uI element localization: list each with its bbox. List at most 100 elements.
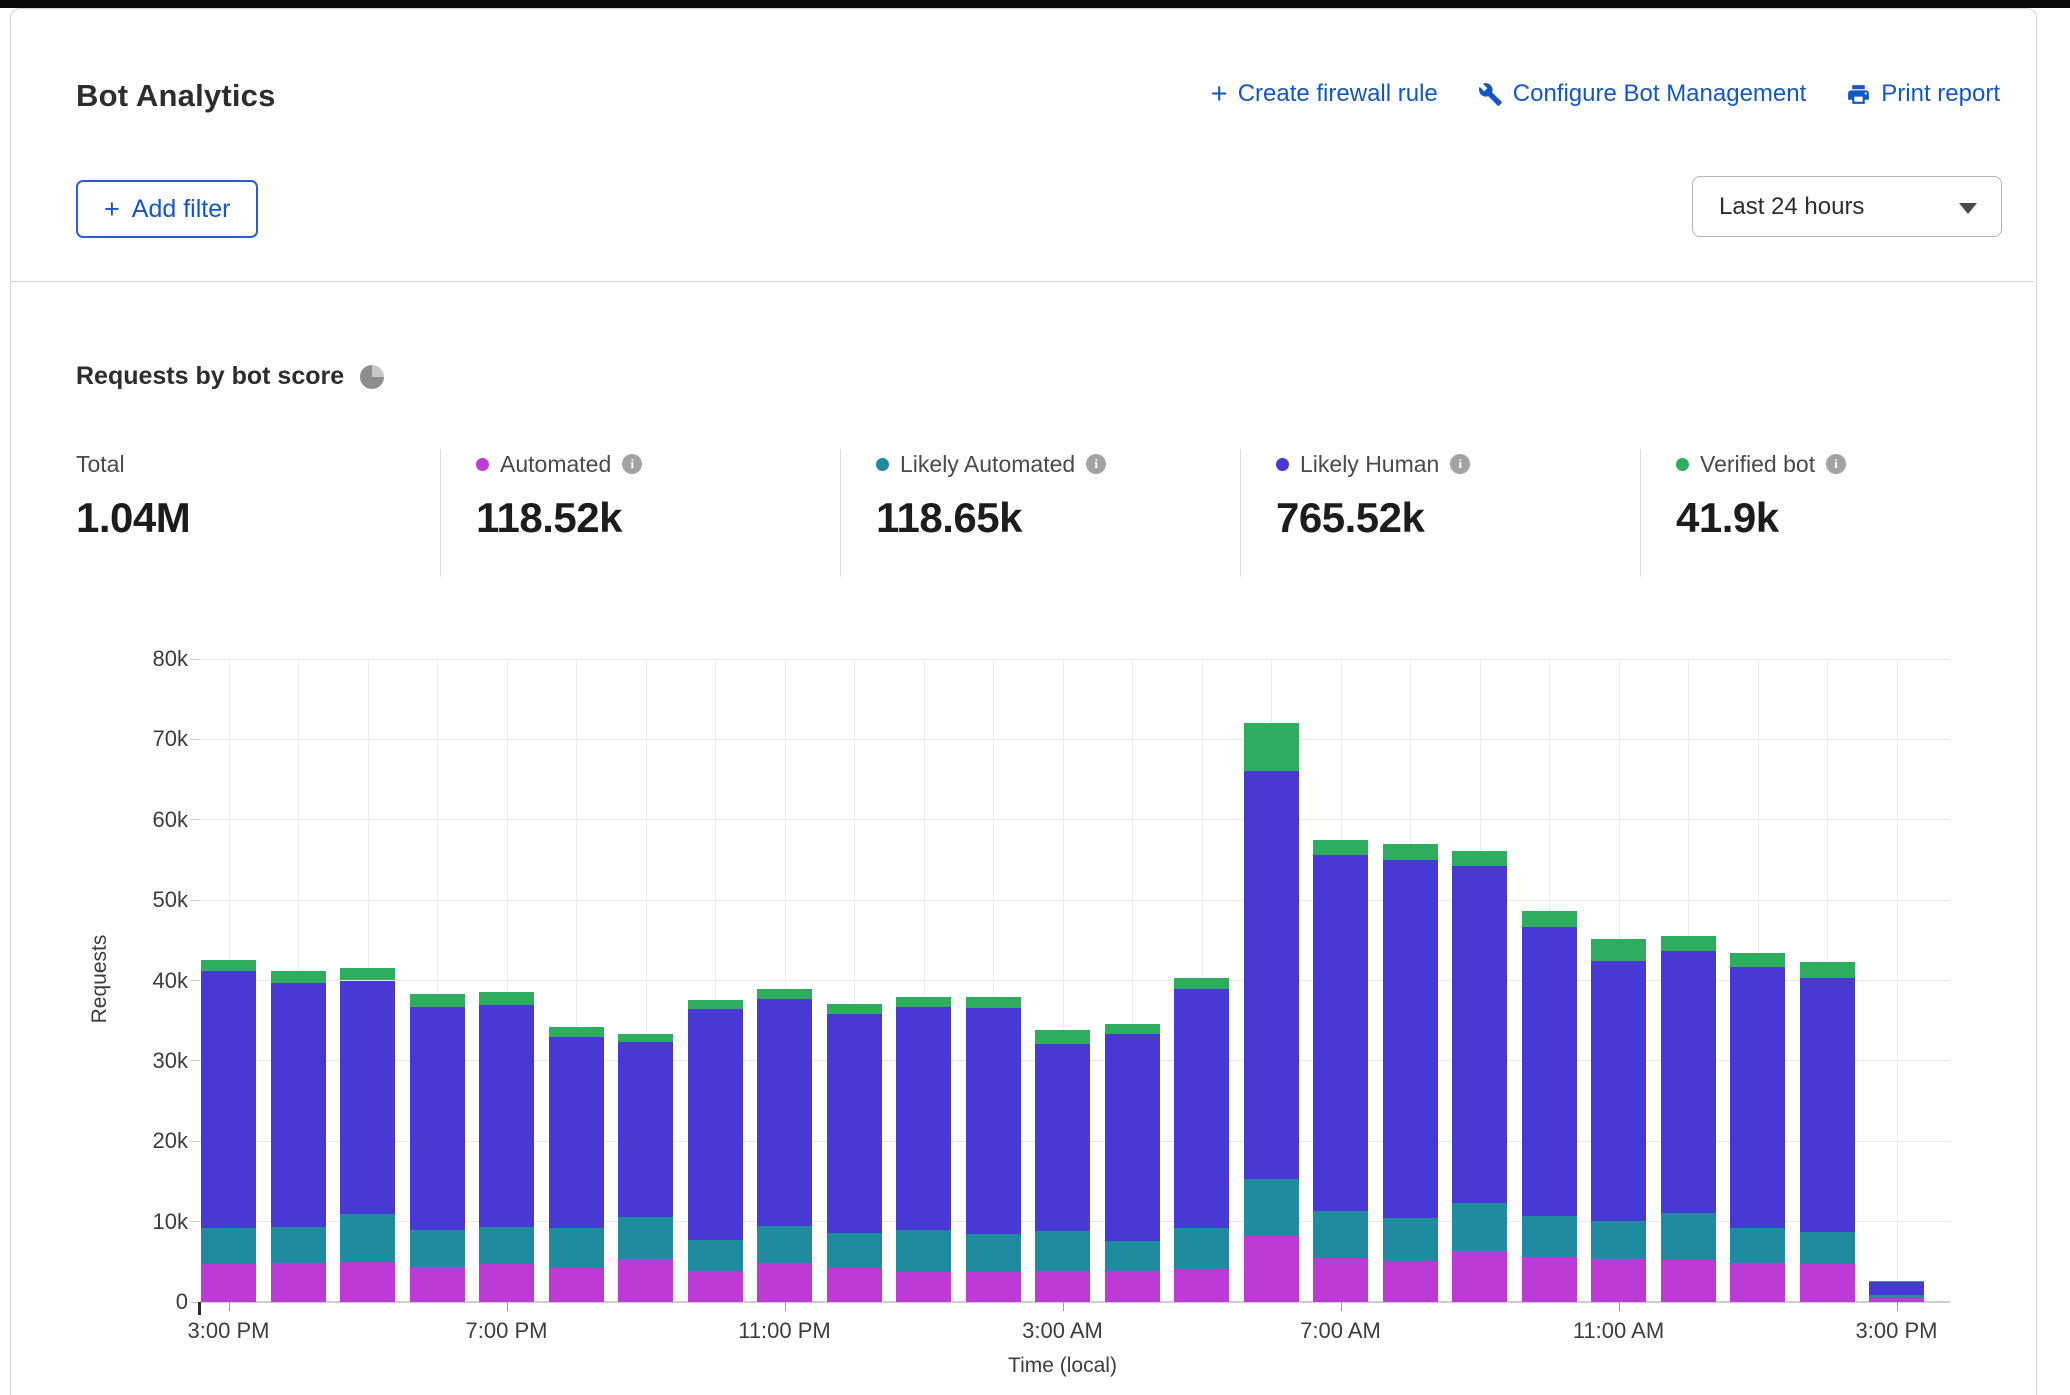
bar-9pm-automated[interactable] [618,1259,673,1302]
bar-8pm-verified-bot[interactable] [549,1027,604,1037]
bar-2pm-likely-human[interactable] [1800,978,1855,1232]
bar-10am-automated[interactable] [1522,1257,1577,1302]
bar-10pm-verified-bot[interactable] [688,1000,743,1010]
bar-8pm-likely-automated[interactable] [549,1228,604,1267]
bar-3pm-likely-human[interactable] [201,971,256,1228]
bar-11pm-automated[interactable] [757,1263,812,1302]
bar-9am-automated[interactable] [1452,1251,1507,1302]
bar-5pm-verified-bot[interactable] [340,968,395,981]
bar-2am-likely-human[interactable] [966,1008,1021,1235]
bar-9pm-likely-automated[interactable] [618,1217,673,1259]
bar-3pm-verified-bot[interactable] [201,960,256,970]
bar-12am-verified-bot[interactable] [827,1004,882,1014]
bar-8pm-likely-human[interactable] [549,1037,604,1229]
bar-3am-verified-bot[interactable] [1035,1030,1090,1044]
bar-7am-likely-automated[interactable] [1313,1211,1368,1258]
bar-11pm-verified-bot[interactable] [757,989,812,999]
bar-8am-likely-automated[interactable] [1383,1218,1438,1261]
bar-3am-likely-human[interactable] [1035,1044,1090,1231]
bar-8am-automated[interactable] [1383,1261,1438,1302]
bar-2pm-verified-bot[interactable] [1800,962,1855,978]
bar-1pm-likely-human[interactable] [1730,967,1785,1228]
bar-2am-verified-bot[interactable] [966,997,1021,1007]
bar-7am-automated[interactable] [1313,1258,1368,1302]
info-icon[interactable]: i [622,454,642,474]
bar-12pm-likely-automated[interactable] [1661,1213,1716,1260]
bar-12pm-verified-bot[interactable] [1661,936,1716,950]
bar-1pm-automated[interactable] [1730,1263,1785,1302]
bar-2am-likely-automated[interactable] [966,1234,1021,1271]
bar-12am-likely-human[interactable] [827,1014,882,1233]
create-firewall-rule-link[interactable]: + Create firewall rule [1211,80,1438,108]
print-report-link[interactable]: Print report [1846,80,2000,108]
bar-10am-likely-automated[interactable] [1522,1216,1577,1257]
bar-4pm-verified-bot[interactable] [271,971,326,983]
info-icon[interactable]: i [1086,454,1106,474]
info-icon[interactable]: i [1826,454,1846,474]
bar-12am-automated[interactable] [827,1268,882,1302]
bar-7pm-likely-automated[interactable] [479,1227,534,1264]
bar-5pm-likely-automated[interactable] [340,1214,395,1261]
bar-6pm-likely-automated[interactable] [410,1230,465,1267]
bar-9pm-verified-bot[interactable] [618,1034,673,1043]
bar-12pm-automated[interactable] [1661,1260,1716,1302]
bar-11am-verified-bot[interactable] [1591,939,1646,962]
bar-4am-verified-bot[interactable] [1105,1024,1160,1034]
bar-9am-verified-bot[interactable] [1452,851,1507,866]
bar-4am-likely-automated[interactable] [1105,1241,1160,1271]
bar-6am-automated[interactable] [1244,1236,1299,1302]
bar-8pm-automated[interactable] [549,1268,604,1302]
bar-6pm-automated[interactable] [410,1267,465,1302]
bar-7am-verified-bot[interactable] [1313,840,1368,855]
bar-3am-likely-automated[interactable] [1035,1231,1090,1271]
bar-1pm-likely-automated[interactable] [1730,1228,1785,1263]
bar-1am-verified-bot[interactable] [896,997,951,1007]
bar-2pm-automated[interactable] [1800,1264,1855,1302]
bar-3pm-automated[interactable] [201,1264,256,1302]
bar-3am-automated[interactable] [1035,1271,1090,1302]
bar-5pm-automated[interactable] [340,1262,395,1302]
bar-10pm-automated[interactable] [688,1271,743,1302]
bar-4pm-likely-automated[interactable] [271,1227,326,1264]
bar-12am-likely-automated[interactable] [827,1233,882,1268]
bar-6pm-verified-bot[interactable] [410,994,465,1007]
bar-5am-likely-automated[interactable] [1174,1228,1229,1269]
bar-3pm-likely-automated[interactable] [1869,1295,1924,1298]
bar-6am-likely-human[interactable] [1244,771,1299,1180]
bar-11pm-likely-automated[interactable] [757,1226,812,1263]
bar-9pm-likely-human[interactable] [618,1042,673,1216]
bar-4am-automated[interactable] [1105,1271,1160,1302]
bar-9am-likely-automated[interactable] [1452,1203,1507,1251]
bar-2pm-likely-automated[interactable] [1800,1232,1855,1264]
bar-1pm-verified-bot[interactable] [1730,953,1785,967]
bar-6pm-likely-human[interactable] [410,1007,465,1230]
info-icon[interactable]: i [1450,454,1470,474]
bar-8am-verified-bot[interactable] [1383,844,1438,860]
add-filter-button[interactable]: + Add filter [76,180,258,238]
bar-1am-likely-automated[interactable] [896,1230,951,1271]
bar-11am-automated[interactable] [1591,1259,1646,1302]
bar-3pm-likely-human[interactable] [1869,1282,1924,1296]
bar-4pm-automated[interactable] [271,1263,326,1302]
bar-7pm-likely-human[interactable] [479,1005,534,1227]
bar-7pm-automated[interactable] [479,1264,534,1302]
bar-5am-automated[interactable] [1174,1269,1229,1302]
bar-11am-likely-human[interactable] [1591,961,1646,1221]
bar-6am-likely-automated[interactable] [1244,1179,1299,1235]
bar-10am-verified-bot[interactable] [1522,911,1577,928]
bar-4am-likely-human[interactable] [1105,1034,1160,1241]
bar-7am-likely-human[interactable] [1313,855,1368,1211]
bar-12pm-likely-human[interactable] [1661,951,1716,1213]
bar-1am-automated[interactable] [896,1272,951,1302]
bar-8am-likely-human[interactable] [1383,860,1438,1218]
bar-4pm-likely-human[interactable] [271,983,326,1227]
time-range-dropdown[interactable]: Last 24 hours [1692,176,2002,237]
configure-bot-management-link[interactable]: Configure Bot Management [1478,80,1807,108]
bar-9am-likely-human[interactable] [1452,866,1507,1204]
bar-3pm-likely-automated[interactable] [201,1228,256,1264]
bar-10am-likely-human[interactable] [1522,927,1577,1216]
bar-2am-automated[interactable] [966,1272,1021,1302]
bar-10pm-likely-automated[interactable] [688,1240,743,1271]
bar-5pm-likely-human[interactable] [340,981,395,1215]
bar-5am-verified-bot[interactable] [1174,978,1229,988]
